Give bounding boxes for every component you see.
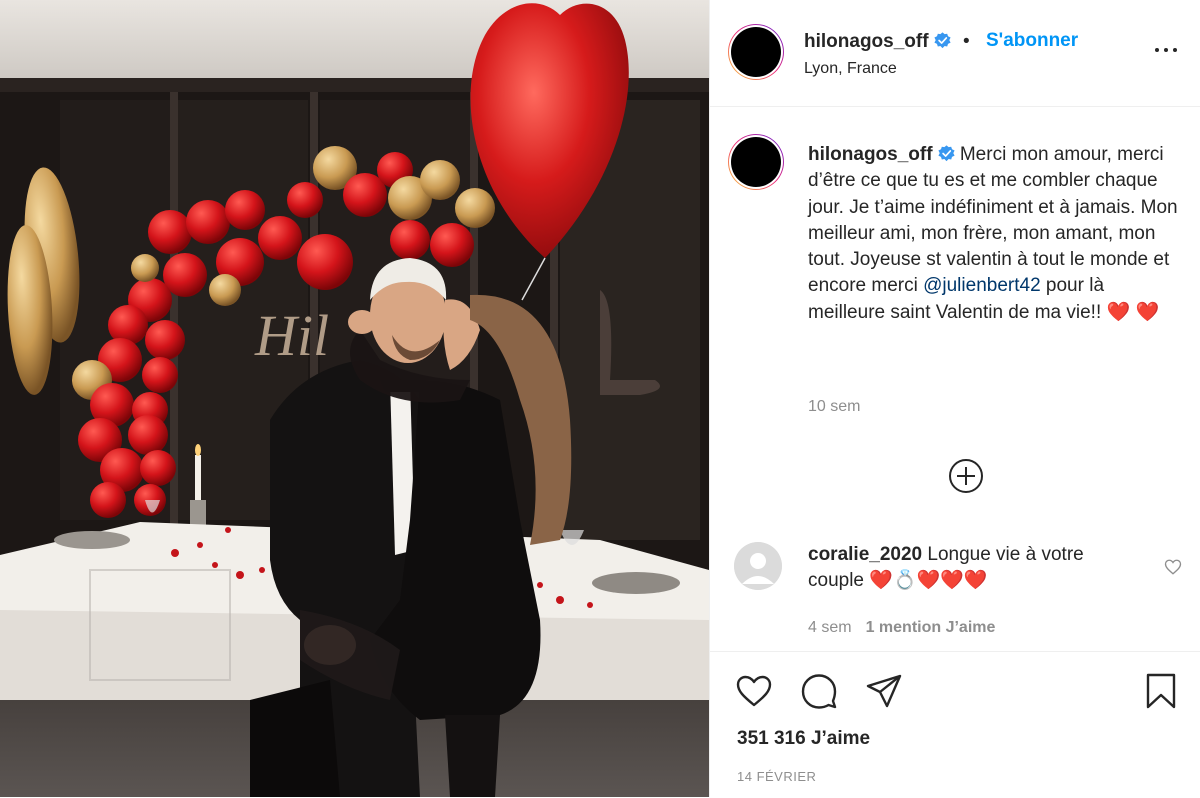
caption-body: Merci mon amour, merci d’être ce que tu … xyxy=(808,144,1178,297)
post-header: hilonagos_off • S'abonner Lyon, France xyxy=(710,0,1200,107)
comment-like-count[interactable]: 1 mention J’aime xyxy=(866,619,996,636)
svg-text:Hil: Hil xyxy=(254,303,329,368)
post-like-count[interactable]: 351 316 J’aime xyxy=(737,728,870,750)
caption-text: hilonagos_off Merci mon amour, merci d’ê… xyxy=(808,142,1178,326)
comment-meta: 4 sem 1 mention J’aime xyxy=(808,619,995,637)
post-photo[interactable]: Hil xyxy=(0,0,709,797)
post-date[interactable]: 14 FÉVRIER xyxy=(737,769,816,784)
author-avatar[interactable] xyxy=(728,24,784,80)
bookmark-icon[interactable] xyxy=(1142,672,1180,710)
photo-illustration: Hil xyxy=(0,0,709,797)
comment-like-heart-icon[interactable] xyxy=(1164,558,1182,576)
caption-heart-emojis: ❤️ ❤️ xyxy=(1106,301,1160,323)
separator-dot: • xyxy=(963,31,970,52)
caption-author-avatar[interactable] xyxy=(728,134,784,190)
caption-username[interactable]: hilonagos_off xyxy=(808,144,933,165)
comment-icon[interactable] xyxy=(800,672,838,710)
commenter-username[interactable]: coralie_2020 xyxy=(808,544,922,565)
follow-button[interactable]: S'abonner xyxy=(986,30,1078,52)
share-icon[interactable] xyxy=(865,672,903,710)
more-options-icon[interactable] xyxy=(1153,40,1181,60)
post-detail-panel: hilonagos_off • S'abonner Lyon, France h… xyxy=(709,0,1200,797)
comment-item: coralie_2020 Longue vie à votre couple ❤… xyxy=(728,540,1183,650)
commenter-avatar[interactable] xyxy=(734,542,782,590)
author-username-row[interactable]: hilonagos_off xyxy=(804,31,951,53)
default-avatar-icon xyxy=(734,542,782,590)
comment-emojis: ❤️💍❤️❤️❤️ xyxy=(869,570,988,591)
heart-icon[interactable] xyxy=(735,672,773,710)
post-actions: 351 316 J’aime 14 FÉVRIER xyxy=(710,651,1200,798)
post-location[interactable]: Lyon, France xyxy=(804,60,897,78)
author-username[interactable]: hilonagos_off xyxy=(804,31,929,52)
verified-badge-icon xyxy=(937,145,955,162)
caption-mention-link[interactable]: @julienbert42 xyxy=(923,275,1041,296)
verified-badge-icon xyxy=(933,32,951,49)
caption-timestamp[interactable]: 10 sem xyxy=(808,398,860,416)
plus-circle-icon[interactable] xyxy=(948,458,984,494)
comment-timestamp[interactable]: 4 sem xyxy=(808,619,852,636)
comment-text: coralie_2020 Longue vie à votre couple ❤… xyxy=(808,542,1138,594)
